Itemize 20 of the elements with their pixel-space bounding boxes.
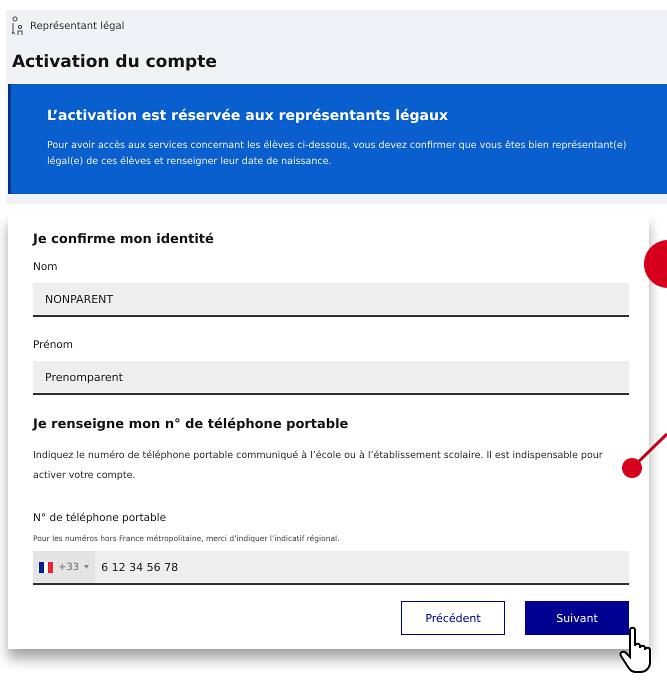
field-label: N° de téléphone portable (33, 512, 168, 524)
input-field[interactable]: Prenomparent (33, 361, 629, 395)
instruction-text: Indiquez le numéro de téléphone portable communiqué à l’école ou à l’établissement scolaire. Il est indispensable pour activer votre compte. (33, 449, 604, 483)
breadcrumb-label: Représentant légal (30, 20, 124, 32)
parent-child-icon (12, 16, 24, 36)
phone-input-field[interactable]: +33 6 12 34 56 78 (33, 551, 629, 585)
flag-icon (39, 562, 53, 572)
country-code-select[interactable]: +33 (33, 551, 96, 583)
field-label: Prénom (33, 339, 74, 351)
input-field[interactable]: NONPARENT (33, 283, 629, 317)
previous-button[interactable]: Précédent (401, 601, 505, 635)
page-title: Activation du compte (12, 52, 218, 72)
caret-icon (84, 565, 90, 569)
section-heading: Je renseigne mon n° de téléphone portable (33, 417, 350, 432)
section-heading: Je confirme mon identité (33, 232, 215, 247)
notice-title: L’activation est réservée aux représentants légaux (47, 108, 449, 124)
field-label: Nom (33, 261, 59, 273)
notice-text: Pour avoir accès aux services concernant les élèves ci-dessous, vous devez confirmer que vous êtes bien représentant(e) légal(e) de ces élèves et renseigner leur date de naissance. (47, 139, 628, 169)
next-button[interactable]: Suivant (525, 601, 629, 635)
annotation-pointer-drawing (620, 430, 667, 480)
